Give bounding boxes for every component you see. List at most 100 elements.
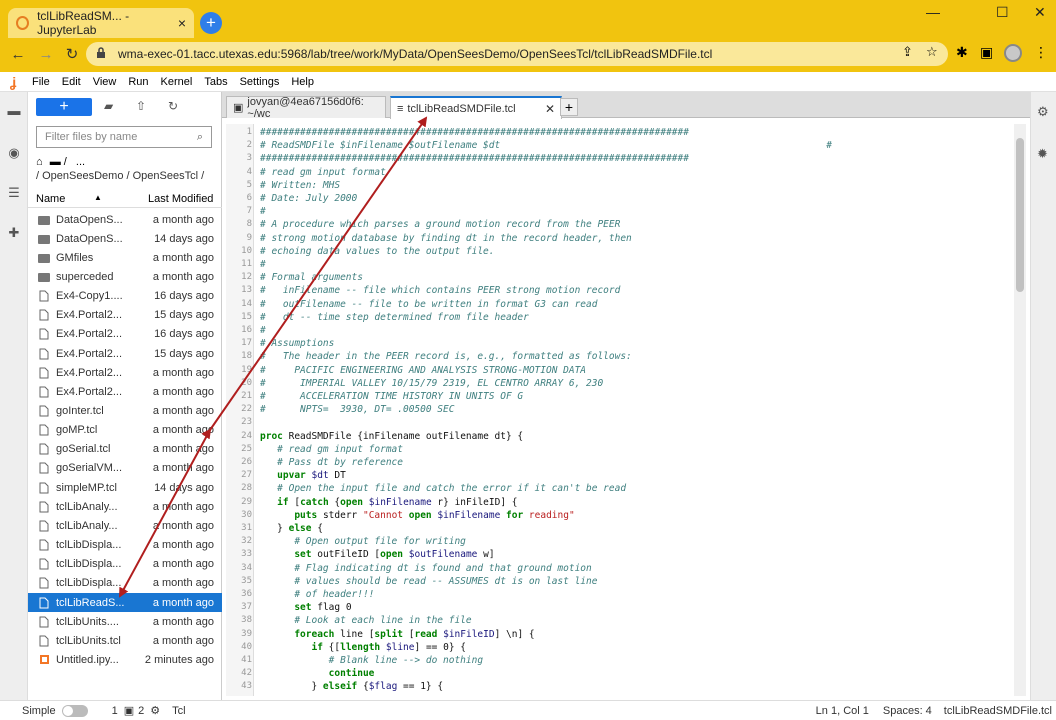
code-line: # The header in the PEER record is, e.g.…	[260, 351, 632, 363]
line-number: 29	[241, 496, 252, 507]
crumb-more[interactable]: ...	[76, 156, 85, 168]
line-number: 4	[246, 166, 252, 177]
file-modified: a month ago	[152, 500, 214, 513]
new-launcher-button[interactable]: +	[36, 98, 92, 116]
folder-icon[interactable]: ▬	[7, 104, 21, 118]
profile-avatar[interactable]	[1004, 44, 1022, 62]
code-line: puts stderr "Cannot open $inFilename for…	[294, 509, 575, 521]
file-row[interactable]: tclLibUnits.tcl a month ago	[28, 631, 222, 650]
code-line: # Pass dt by reference	[260, 457, 403, 468]
kernels-count[interactable]: 2	[138, 705, 144, 717]
file-row[interactable]: tclLibUnits.... a month ago	[28, 612, 222, 631]
new-folder-icon[interactable]: ▰	[104, 99, 113, 113]
close-window-icon[interactable]: ✕	[1034, 4, 1046, 21]
indent-setting[interactable]: Spaces: 4	[883, 705, 932, 717]
file-name: superceded	[56, 270, 114, 283]
file-name: tclLibAnaly...	[56, 500, 118, 513]
breadcrumb-path[interactable]: / OpenSeesDemo / OpenSeesTcl /	[36, 170, 204, 182]
file-filter-input[interactable]: Filter files by name ⌕	[36, 126, 212, 148]
file-row[interactable]: goInter.tcl a month ago	[28, 402, 222, 421]
file-row[interactable]: Ex4.Portal2... 15 days ago	[28, 344, 222, 363]
toc-icon[interactable]: ☰	[7, 186, 21, 200]
more-menu-icon[interactable]: ⋮	[1034, 44, 1048, 61]
file-row[interactable]: GMfiles a month ago	[28, 248, 222, 267]
file-row[interactable]: Ex4-Copy1.... 16 days ago	[28, 287, 222, 306]
file-icon	[38, 443, 50, 455]
col-modified-header[interactable]: Last Modified	[148, 193, 213, 205]
file-row[interactable]: tclLibAnaly... a month ago	[28, 497, 222, 516]
file-row[interactable]: goSerialVM... a month ago	[28, 459, 222, 478]
file-row[interactable]: DataOpenS... a month ago	[28, 210, 222, 229]
line-number: 13	[241, 285, 252, 296]
file-row[interactable]: Ex4.Portal2... a month ago	[28, 363, 222, 382]
crumb-folder-icon[interactable]: ▬	[50, 156, 61, 168]
terminals-count[interactable]: 1	[112, 705, 118, 717]
line-number: 38	[241, 615, 252, 626]
minimize-icon[interactable]: —	[926, 4, 940, 20]
file-row[interactable]: tclLibAnaly... a month ago	[28, 516, 222, 535]
reload-icon[interactable]: ↻	[60, 45, 84, 63]
file-row[interactable]: DataOpenS... 14 days ago	[28, 229, 222, 248]
home-icon[interactable]: ⌂	[36, 156, 43, 168]
property-inspector-icon[interactable]: ⚙	[1037, 104, 1051, 120]
file-icon	[38, 482, 50, 494]
line-number: 31	[241, 523, 252, 533]
running-icon[interactable]: ◉	[7, 146, 21, 160]
back-icon[interactable]: ←	[6, 46, 30, 63]
share-icon[interactable]: ⇪	[902, 44, 913, 60]
file-name: goSerial.tcl	[56, 443, 111, 456]
debugger-icon[interactable]: ✹	[1037, 146, 1051, 162]
scrollbar-thumb[interactable]	[1016, 138, 1024, 292]
menu-help[interactable]: Help	[285, 76, 320, 88]
menu-tabs[interactable]: Tabs	[198, 76, 233, 88]
line-number: 37	[241, 602, 252, 613]
menu-view[interactable]: View	[87, 76, 123, 88]
close-tab-icon[interactable]: ✕	[545, 102, 555, 116]
tab-editor-label: tclLibReadSMDFile.tcl	[407, 102, 516, 115]
language-label[interactable]: Tcl	[172, 705, 185, 717]
code-editor[interactable]: 1 2 3 4 5 6 7 8 9 10 11 12 13 14 15 16 17 18 19 20 21 22 23 24 2…	[226, 124, 1026, 696]
extensions-icon[interactable]: ✱	[956, 44, 968, 61]
tab-editor[interactable]: ≡ tclLibReadSMDFile.tcl ✕	[390, 96, 562, 119]
file-row[interactable]: goSerial.tcl a month ago	[28, 440, 222, 459]
file-name: goSerialVM...	[56, 462, 123, 475]
simple-mode-toggle[interactable]	[61, 704, 88, 717]
file-row[interactable]: simpleMP.tcl 14 days ago	[28, 478, 222, 497]
menu-settings[interactable]: Settings	[234, 76, 286, 88]
file-name: tclLibReadS...	[56, 596, 125, 609]
bookmark-star-icon[interactable]: ☆	[926, 44, 938, 60]
code-line: # read gm input format	[260, 166, 386, 178]
address-bar[interactable]: wma-exec-01.tacc.utexas.edu:5968/lab/tre…	[86, 42, 948, 66]
menu-edit[interactable]: Edit	[56, 76, 87, 88]
col-name-header[interactable]: Name	[36, 193, 65, 205]
line-number: 32	[241, 536, 252, 547]
menu-file[interactable]: File	[26, 76, 56, 88]
add-tab-button[interactable]: +	[560, 98, 578, 116]
upload-icon[interactable]: ⇧	[136, 99, 146, 113]
extension-puzzle-icon[interactable]: ✚	[7, 226, 21, 240]
cursor-position[interactable]: Ln 1, Col 1	[816, 705, 869, 717]
file-row[interactable]: Ex4.Portal2... 15 days ago	[28, 306, 222, 325]
file-row[interactable]: tclLibDispla... a month ago	[28, 555, 222, 574]
tab-terminal[interactable]: ▣ jovyan@4ea67156d0f6: ~/wc	[226, 96, 386, 120]
close-tab-icon[interactable]: ×	[178, 15, 186, 31]
crumb-root[interactable]: /	[64, 156, 67, 168]
sidepanel-icon[interactable]: ▣	[980, 44, 993, 61]
file-row[interactable]: tclLibDispla... a month ago	[28, 536, 222, 555]
file-row[interactable]: goMP.tcl a month ago	[28, 421, 222, 440]
menu-kernel[interactable]: Kernel	[155, 76, 199, 88]
line-number: 30	[241, 509, 252, 520]
refresh-icon[interactable]: ↻	[168, 99, 178, 113]
file-row[interactable]: tclLibDispla... a month ago	[28, 574, 222, 593]
file-row[interactable]: Untitled.ipy... 2 minutes ago	[28, 650, 222, 669]
file-row[interactable]: Ex4.Portal2... 16 days ago	[28, 325, 222, 344]
new-tab-button[interactable]: +	[200, 12, 222, 34]
file-row[interactable]: Ex4.Portal2... a month ago	[28, 382, 222, 401]
file-row[interactable]: tclLibReadS... a month ago	[28, 593, 222, 612]
menu-run[interactable]: Run	[122, 76, 154, 88]
file-name: Ex4.Portal2...	[56, 328, 123, 341]
browser-tab[interactable]: tclLibReadSM... - JupyterLab ×	[8, 8, 194, 38]
forward-icon[interactable]: →	[34, 46, 58, 63]
file-row[interactable]: superceded a month ago	[28, 267, 222, 286]
maximize-icon[interactable]: ☐	[996, 4, 1009, 21]
